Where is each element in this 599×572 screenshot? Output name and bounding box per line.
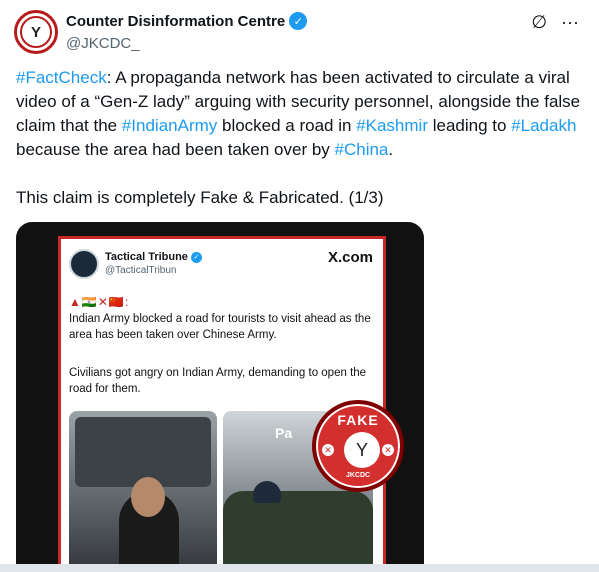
deer-emblem-icon: Y — [20, 16, 52, 48]
grok-icon[interactable]: ∅ — [531, 12, 547, 33]
fake-stamp-label: FAKE — [337, 412, 379, 428]
embedded-name-row: Tactical Tribune ✓ — [105, 251, 202, 263]
hashtag-ladakh[interactable]: #Ladakh — [511, 116, 576, 135]
flag-emojis: ▲🇮🇳✕🇨🇳: — [69, 295, 130, 309]
account-handle[interactable]: @JKCDC_ — [66, 35, 140, 52]
close-icon: ✕ — [382, 444, 394, 456]
tweet-text: #FactCheck: A propaganda network has bee… — [16, 66, 586, 162]
photo-overlay-text: Pa — [275, 425, 293, 441]
verified-badge-icon: ✓ — [289, 12, 308, 30]
face-image — [131, 477, 165, 517]
display-name[interactable]: Counter Disinformation Centre — [66, 13, 285, 30]
header-actions: ∅ ··· — [531, 12, 579, 33]
close-icon: ✕ — [322, 444, 334, 456]
fake-stamp-org: JKCDC — [345, 472, 371, 479]
claim-text: This claim is completely Fake & Fabricat… — [16, 188, 384, 207]
account-name-row: Counter Disinformation Centre ✓ — [66, 12, 308, 30]
deer-emblem-icon: Y — [344, 432, 380, 468]
x-brand-logo: X.com — [327, 249, 373, 266]
more-icon[interactable]: ··· — [561, 12, 579, 33]
avatar[interactable]: Y — [14, 10, 58, 54]
embedded-avatar — [69, 249, 99, 279]
embedded-text-line1: Indian Army blocked a road for tourists … — [69, 313, 371, 341]
taskbar-strip — [0, 564, 599, 572]
tweet-text-part: blocked a road in — [217, 116, 357, 135]
vehicle-image — [75, 417, 211, 487]
embedded-photo-left — [69, 411, 217, 572]
verified-badge-icon: ✓ — [190, 251, 202, 263]
hashtag-indianarmy[interactable]: #IndianArmy — [122, 116, 217, 135]
tweet-text-part: . — [388, 140, 394, 159]
tweet-text-part: because the area had been taken over by — [16, 140, 335, 159]
embedded-handle: @TacticalTribun — [105, 265, 177, 276]
embedded-text-line2: Civilians got angry on Indian Army, dema… — [69, 367, 367, 395]
hashtag-china[interactable]: #China — [335, 140, 389, 159]
hashtag-kashmir[interactable]: #Kashmir — [356, 116, 428, 135]
hashtag-factcheck[interactable]: #FactCheck — [16, 68, 107, 87]
embedded-name: Tactical Tribune — [105, 251, 188, 263]
helmet-image — [253, 481, 281, 503]
fake-stamp: FAKE ✕ Y ✕ JKCDC — [312, 400, 404, 492]
crowd-image — [223, 491, 373, 572]
media-attachment[interactable]: Tactical Tribune ✓ @TacticalTribun X.com… — [16, 222, 424, 572]
tweet-text-part: leading to — [428, 116, 512, 135]
